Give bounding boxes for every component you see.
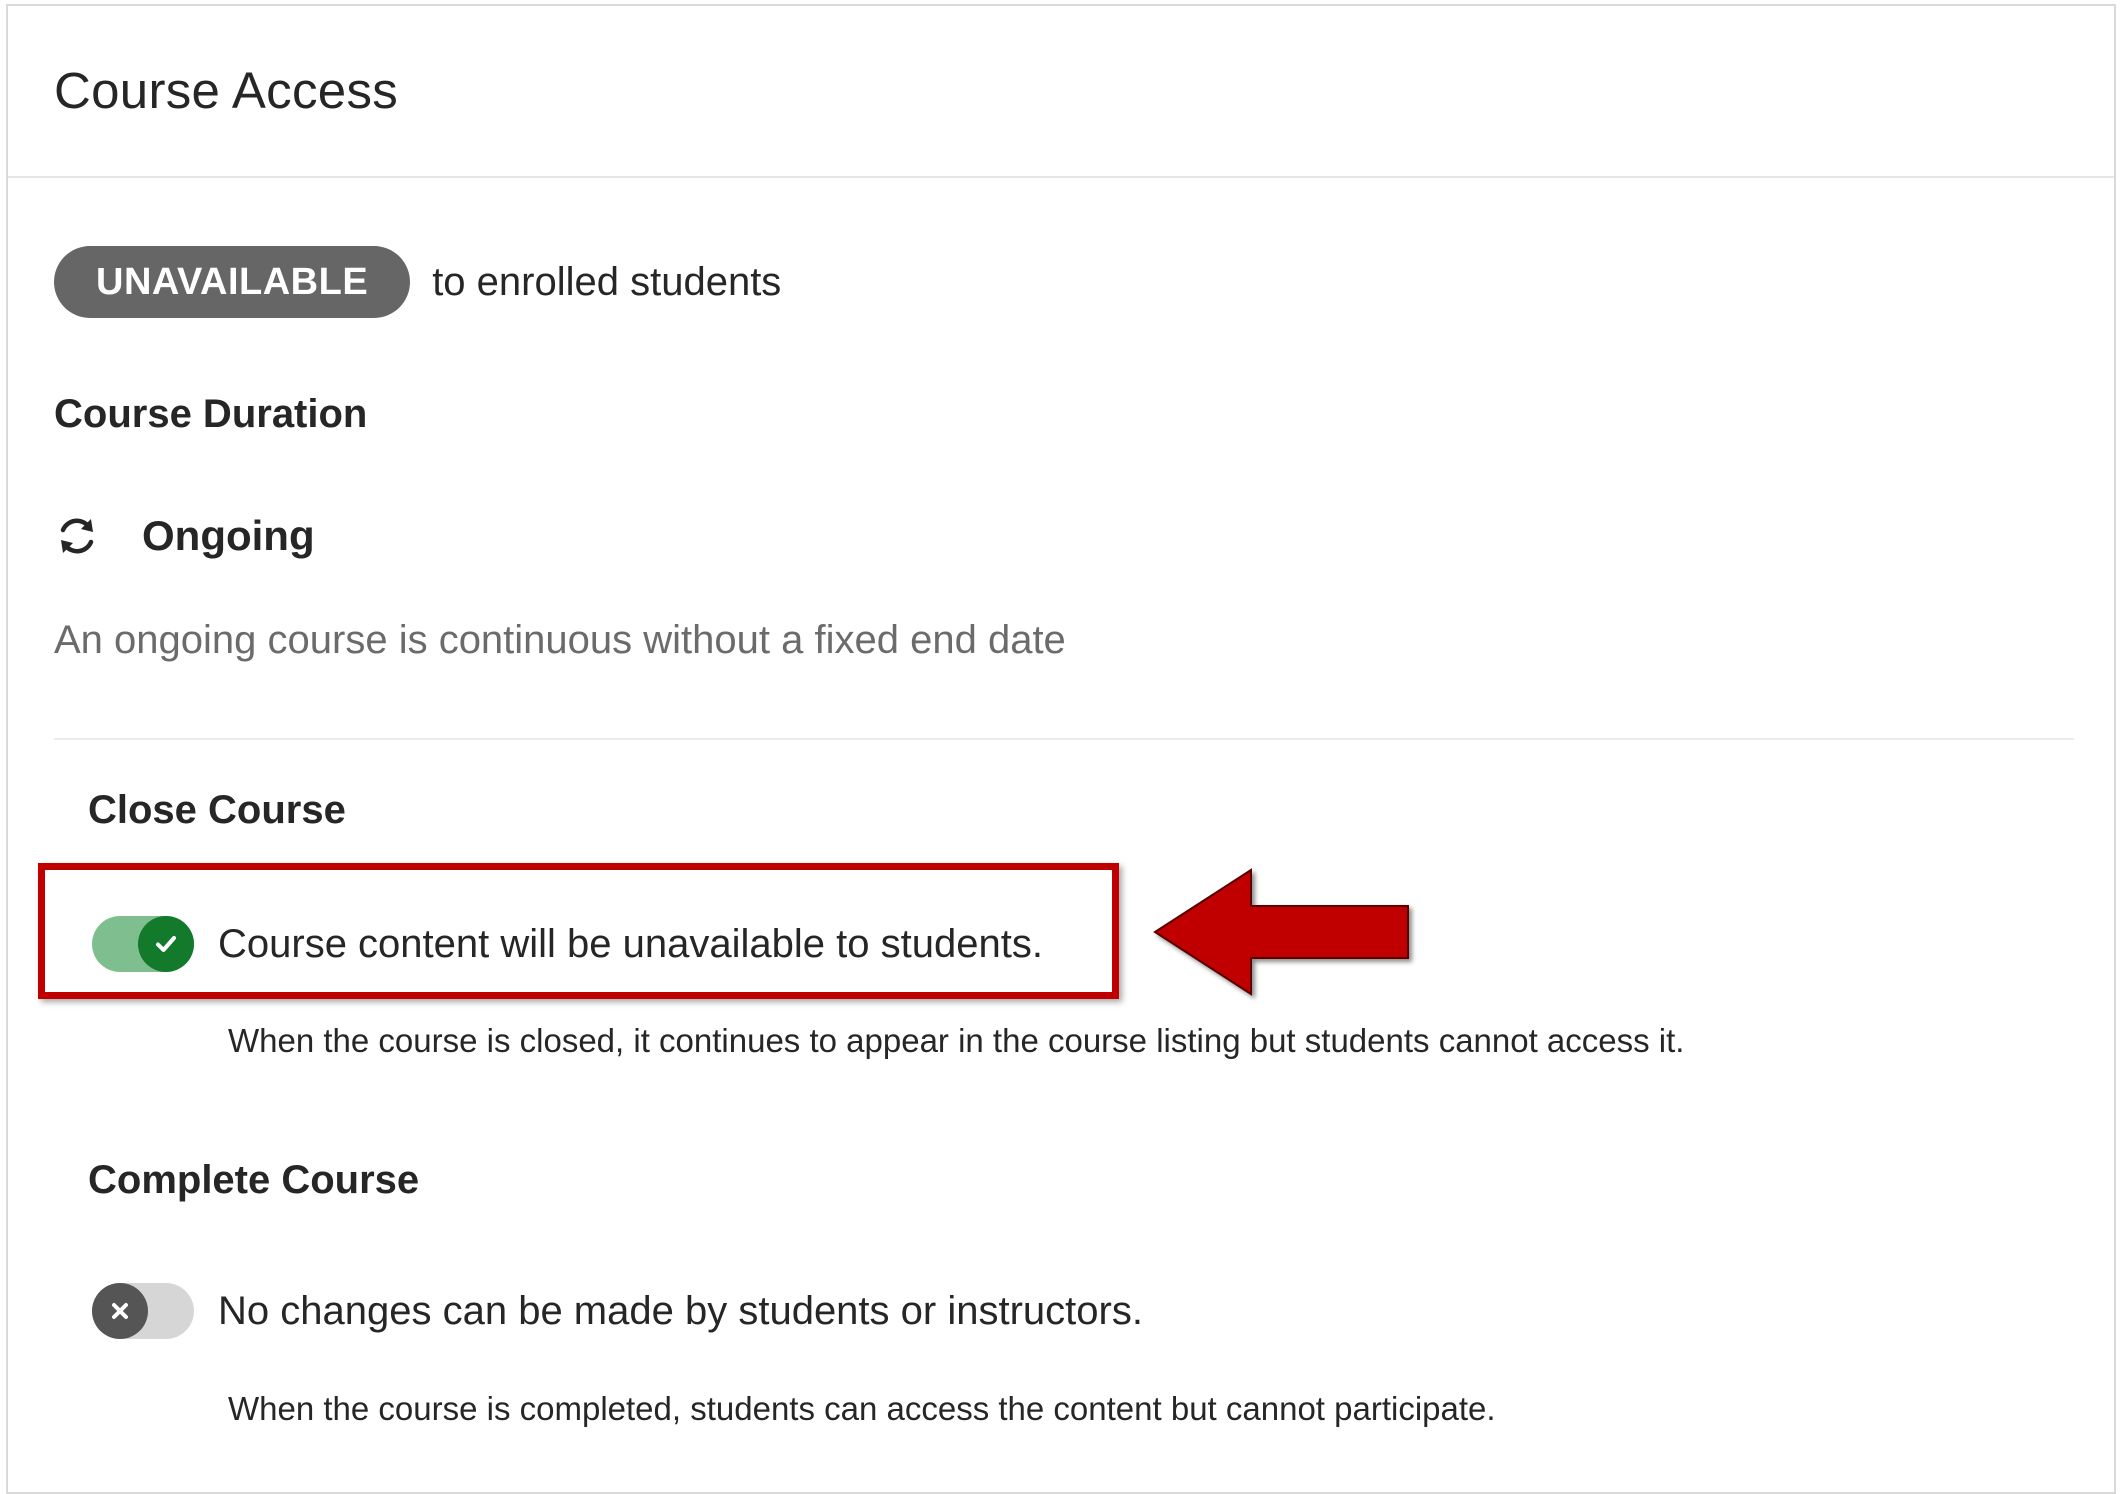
availability-status-badge[interactable]: UNAVAILABLE: [54, 246, 411, 318]
complete-course-help-text: When the course is completed, students c…: [228, 1390, 1496, 1427]
course-access-panel: Course Access UNAVAILABLE to enrolled st…: [6, 4, 2116, 1494]
duration-value: Ongoing: [142, 512, 315, 559]
duration-row: Ongoing: [54, 506, 315, 566]
page-title: Course Access: [54, 62, 399, 119]
close-course-toggle[interactable]: [92, 916, 194, 972]
refresh-icon: [54, 513, 100, 559]
course-duration-heading: Course Duration: [54, 392, 368, 436]
close-course-help-text: When the course is closed, it continues …: [228, 1022, 1685, 1059]
close-course-label: Course content will be unavailable to st…: [218, 921, 1043, 966]
complete-course-label: No changes can be made by students or in…: [218, 1288, 1143, 1333]
availability-status-text: to enrolled students: [432, 259, 782, 304]
complete-course-heading: Complete Course: [88, 1158, 420, 1202]
complete-course-toggle-row: No changes can be made by students or in…: [92, 1279, 1143, 1343]
complete-course-toggle[interactable]: [92, 1283, 194, 1339]
close-icon: [92, 1283, 148, 1339]
close-course-heading: Close Course: [88, 788, 346, 832]
duration-description: An ongoing course is continuous without …: [54, 618, 1066, 662]
panel-header: Course Access: [8, 6, 2114, 178]
checkmark-icon: [138, 916, 194, 972]
availability-status-row: UNAVAILABLE to enrolled students: [54, 244, 781, 320]
close-course-toggle-row: Course content will be unavailable to st…: [92, 912, 1043, 976]
section-divider: [54, 738, 2074, 740]
